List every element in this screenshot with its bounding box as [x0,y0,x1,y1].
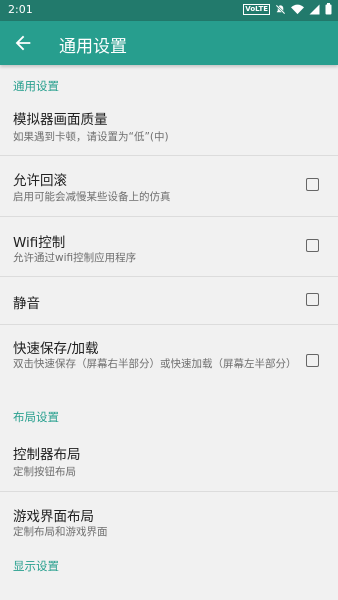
settings-list: 通用设置 模拟器画面质量 如果遇到卡顿，请设置为“低”(中) 允许回滚 启用可能… [0,65,338,581]
setting-subtitle: 定制布局和游戏界面 [13,526,108,538]
setting-title: 静音 [13,296,40,312]
rewind-checkbox[interactable] [306,178,319,191]
setting-title: 控制器布局 [13,447,81,463]
setting-mute[interactable]: 静音 [0,277,338,325]
status-icons: VoLTE [243,3,332,15]
setting-emulator-quality[interactable]: 模拟器画面质量 如果遇到卡顿，请设置为“低”(中) [0,107,338,156]
setting-title: 游戏界面布局 [13,509,94,525]
setting-subtitle: 允许通过wifi控制应用程序 [13,252,137,264]
page-title: 通用设置 [59,37,127,57]
setting-controller-layout[interactable]: 控制器布局 定制按钮布局 [0,438,338,492]
setting-subtitle: 定制按钮布局 [13,466,76,478]
arrow-left-icon[interactable] [12,32,34,54]
status-time: 2:01 [8,3,33,16]
setting-title: 允许回滚 [13,173,67,189]
setting-wifi-control[interactable]: Wifi控制 允许通过wifi控制应用程序 [0,217,338,277]
wifi-control-checkbox[interactable] [306,239,319,252]
mute-icon [275,4,286,14]
setting-subtitle: 双击快速保存（屏幕右半部分）或快速加载（屏幕左半部分） [13,358,297,370]
status-bar: 2:01 VoLTE [0,0,338,21]
mute-checkbox[interactable] [306,293,319,306]
setting-quick-save-load[interactable]: 快速保存/加载 双击快速保存（屏幕右半部分）或快速加载（屏幕左半部分） [0,325,338,398]
battery-icon [325,3,332,15]
section-header-display: 显示设置 [13,559,59,573]
app-bar: 通用设置 [0,21,338,65]
setting-subtitle: 如果遇到卡顿，请设置为“低”(中) [13,131,169,143]
setting-subtitle: 启用可能会减慢某些设备上的仿真 [13,191,171,203]
setting-rewind[interactable]: 允许回滚 启用可能会减慢某些设备上的仿真 [0,156,338,217]
signal-icon [309,4,320,14]
setting-game-ui-layout[interactable]: 游戏界面布局 定制布局和游戏界面 [0,492,338,551]
wifi-icon [291,4,304,14]
volte-badge: VoLTE [243,3,270,15]
setting-title: 模拟器画面质量 [13,112,108,128]
setting-title: 快速保存/加载 [13,341,99,357]
section-header-general: 通用设置 [13,79,59,93]
section-header-layout: 布局设置 [13,410,59,424]
quick-save-checkbox[interactable] [306,354,319,367]
setting-title: Wifi控制 [13,235,66,251]
